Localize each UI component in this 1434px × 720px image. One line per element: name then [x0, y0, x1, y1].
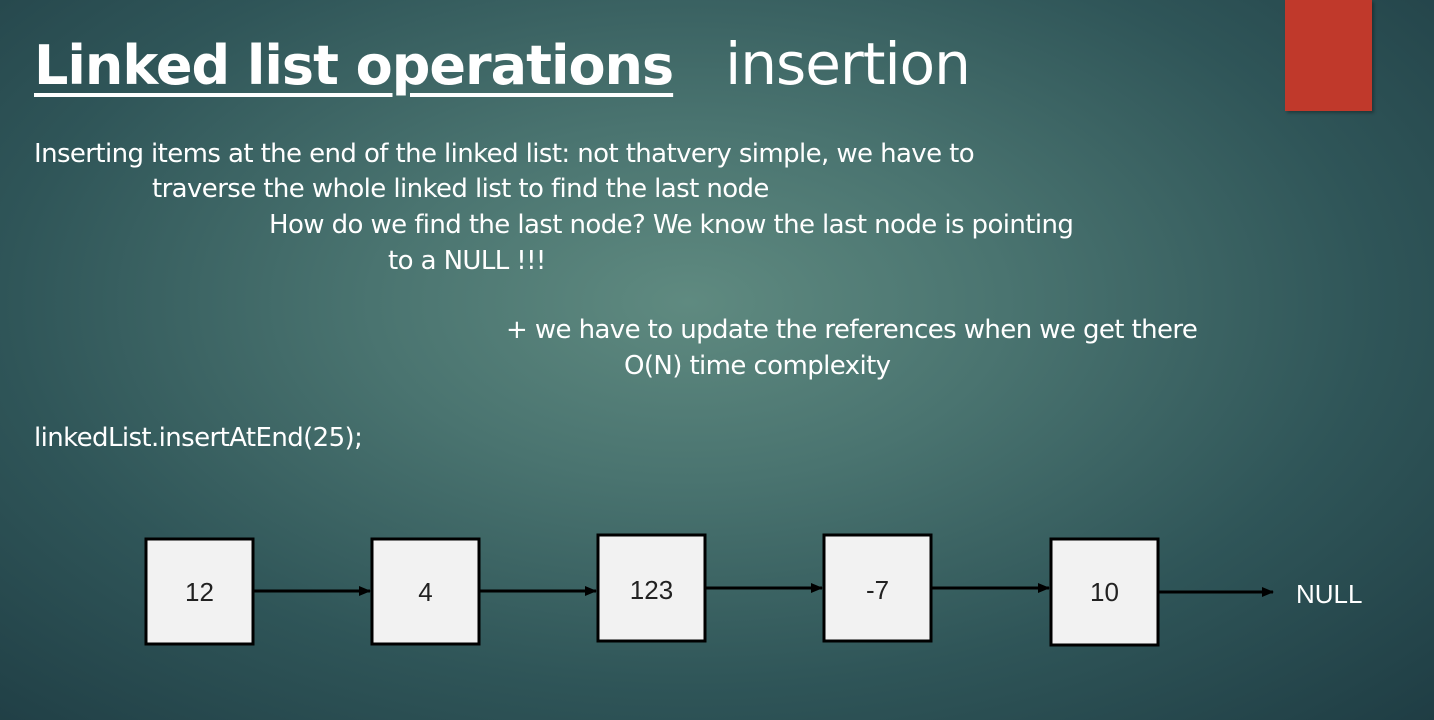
- list-node: 4: [370, 537, 481, 646]
- node-value: 123: [630, 575, 673, 605]
- list-node: -7: [822, 533, 933, 643]
- node-value: 10: [1090, 577, 1119, 607]
- node-value: -7: [866, 575, 889, 605]
- list-node: 123: [596, 533, 707, 643]
- node-value: 4: [418, 577, 432, 607]
- null-label: NULL: [1296, 579, 1362, 609]
- list-node: 12: [144, 537, 255, 646]
- list-node: 10: [1049, 537, 1160, 647]
- node-value: 12: [185, 577, 214, 607]
- linked-list-diagram: 12 4 123 -7 10 NULL: [144, 533, 1362, 647]
